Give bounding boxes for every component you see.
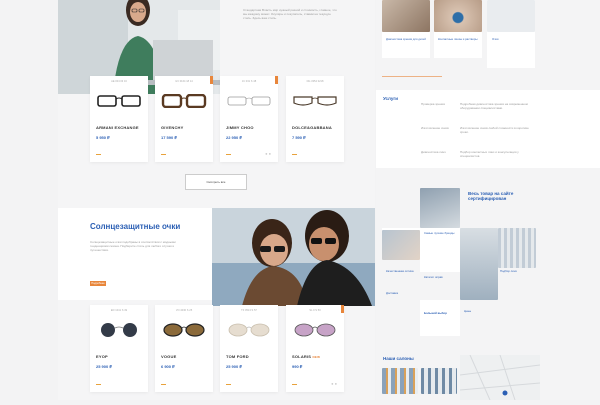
product-card[interactable]: SL 0 S 50 SOLARIS NEW 990 ₽ ●● xyxy=(286,305,344,392)
doctor-photo xyxy=(382,230,420,260)
arrow-icon[interactable] xyxy=(96,384,101,385)
product-price: 22 950 ₽ xyxy=(226,135,242,140)
color-dots-icon[interactable]: ●● xyxy=(331,381,338,386)
product-code: JC 031 S 48 xyxy=(241,80,257,83)
product-price: 25 900 ₽ xyxy=(96,364,112,369)
product-price: 25 900 ₽ xyxy=(226,364,242,369)
service-card-label: Диагностика зрения для детей xyxy=(386,37,426,41)
product-card[interactable]: TF 0513 S 57 TOM FORD 25 900 ₽ xyxy=(220,305,278,392)
product-card[interactable]: VO 4030 S 25 VOGUE 6 900 ₽ xyxy=(155,305,213,392)
carousel-progress xyxy=(382,76,442,77)
cert-item: Подбор линз xyxy=(500,269,517,273)
service-card-label: Очки xyxy=(492,37,499,41)
product-code: DG 3354 3218 xyxy=(306,80,324,83)
cert-item: Цены xyxy=(464,309,472,313)
services-title: Услуги xyxy=(383,96,398,101)
product-card[interactable]: AE 004 03 16 ARMANI EXCHANGE 5 950 ₽ xyxy=(90,76,148,162)
salons-map[interactable] xyxy=(459,354,541,401)
arrow-icon[interactable] xyxy=(161,154,166,155)
arrow-icon[interactable] xyxy=(292,154,297,155)
product-price: 17 590 ₽ xyxy=(161,135,177,140)
glasses-image xyxy=(161,94,207,108)
sun-more-button[interactable]: Подробнее xyxy=(90,281,106,286)
sunglasses-image xyxy=(228,323,270,337)
salon-photo[interactable] xyxy=(382,368,418,394)
sunglasses-image xyxy=(163,323,205,337)
glasses-image xyxy=(293,96,337,106)
service-name[interactable]: Диагностика линз xyxy=(421,150,453,154)
product-brand: GIVENCHY xyxy=(161,125,184,130)
product-brand: JIMMY CHOO xyxy=(226,125,254,130)
product-card[interactable]: JC 031 S 48 JIMMY CHOO 22 950 ₽ ●● xyxy=(220,76,278,162)
product-brand: EYOP xyxy=(96,354,108,359)
glasses-photo xyxy=(487,0,535,32)
product-code: SL 0 S 50 xyxy=(309,309,321,312)
product-brand: ARMANI EXCHANGE xyxy=(96,125,139,130)
product-price: 7 590 ₽ xyxy=(292,135,306,140)
service-desc: Подробная диагностика зрения на современ… xyxy=(460,102,528,110)
product-code: TF 0513 S 57 xyxy=(241,309,257,312)
map-icon xyxy=(459,354,541,401)
sun-photo xyxy=(212,208,375,306)
promo-card[interactable] xyxy=(420,300,460,336)
shelf-photo xyxy=(498,228,536,268)
sunglasses-image xyxy=(101,323,137,337)
color-dots-icon[interactable]: ●● xyxy=(265,151,272,156)
product-brand: VOGUE xyxy=(161,354,177,359)
sun-text: Солнцезащитные очки подобраны в соответс… xyxy=(90,240,176,252)
product-code: VO 4030 S 25 xyxy=(175,309,193,312)
cert-item: Качественная оптика xyxy=(386,269,414,273)
product-brand: TOM FORD xyxy=(226,354,249,359)
product-price: 990 ₽ xyxy=(292,364,303,369)
product-card[interactable]: GV 0164 18 14 GIVENCHY 17 590 ₽ xyxy=(155,76,213,162)
salon-photo[interactable] xyxy=(421,368,457,394)
new-badge: NEW xyxy=(312,355,321,359)
glasses-image xyxy=(97,95,141,107)
shop-photo xyxy=(460,228,498,300)
arrow-icon[interactable] xyxy=(96,154,101,155)
sunglasses-image xyxy=(294,323,336,337)
cert-item: Каталог оправ xyxy=(424,275,443,279)
product-price: 6 900 ₽ xyxy=(161,364,175,369)
product-code: GV 0164 18 14 xyxy=(175,80,193,83)
cert-item: Большой выбор xyxy=(424,311,447,315)
cert-item: Доставка xyxy=(386,291,399,295)
service-card-label: Контактные линзы и растворы xyxy=(438,37,478,41)
service-name[interactable]: Проверка зрения xyxy=(421,102,453,106)
product-brand: DOLCE&GABBANA xyxy=(292,125,332,130)
cert-item: Самые лучшие бренды xyxy=(424,231,455,235)
arrow-icon[interactable] xyxy=(226,384,231,385)
arrow-icon[interactable] xyxy=(292,384,297,385)
cert-title: Весь товар на сайте сертифицирован xyxy=(468,191,514,201)
product-price: 5 950 ₽ xyxy=(96,135,110,140)
product-code: AE 004 03 16 xyxy=(111,80,127,83)
service-desc: Подбор контактных линз и консультация у … xyxy=(460,150,519,158)
glasses-image xyxy=(227,96,271,106)
arrow-icon[interactable] xyxy=(161,384,166,385)
store-photo xyxy=(420,188,460,228)
sun-title: Солнцезащитные очки xyxy=(90,222,181,231)
eye-photo xyxy=(434,0,482,32)
show-all-button[interactable]: Смотреть все xyxy=(185,174,247,190)
product-brand: SOLARIS NEW xyxy=(292,354,320,359)
product-brand-name: SOLARIS xyxy=(292,354,312,359)
intro-text: Стандартная Власть мир нужный разной и с… xyxy=(243,8,337,20)
product-card[interactable]: ED 1041 S 49 EYOP 25 900 ₽ xyxy=(90,305,148,392)
product-code: ED 1041 S 49 xyxy=(110,309,128,312)
salons-title: Наши салоны xyxy=(383,356,414,361)
service-name[interactable]: Изготовление очков xyxy=(421,126,453,130)
service-desc: Изготовление очков любой сложности в кор… xyxy=(460,126,529,134)
arrow-icon[interactable] xyxy=(226,154,231,155)
eye-photo xyxy=(382,0,430,32)
product-card[interactable]: DG 3354 3218 DOLCE&GABBANA 7 590 ₽ xyxy=(286,76,344,162)
